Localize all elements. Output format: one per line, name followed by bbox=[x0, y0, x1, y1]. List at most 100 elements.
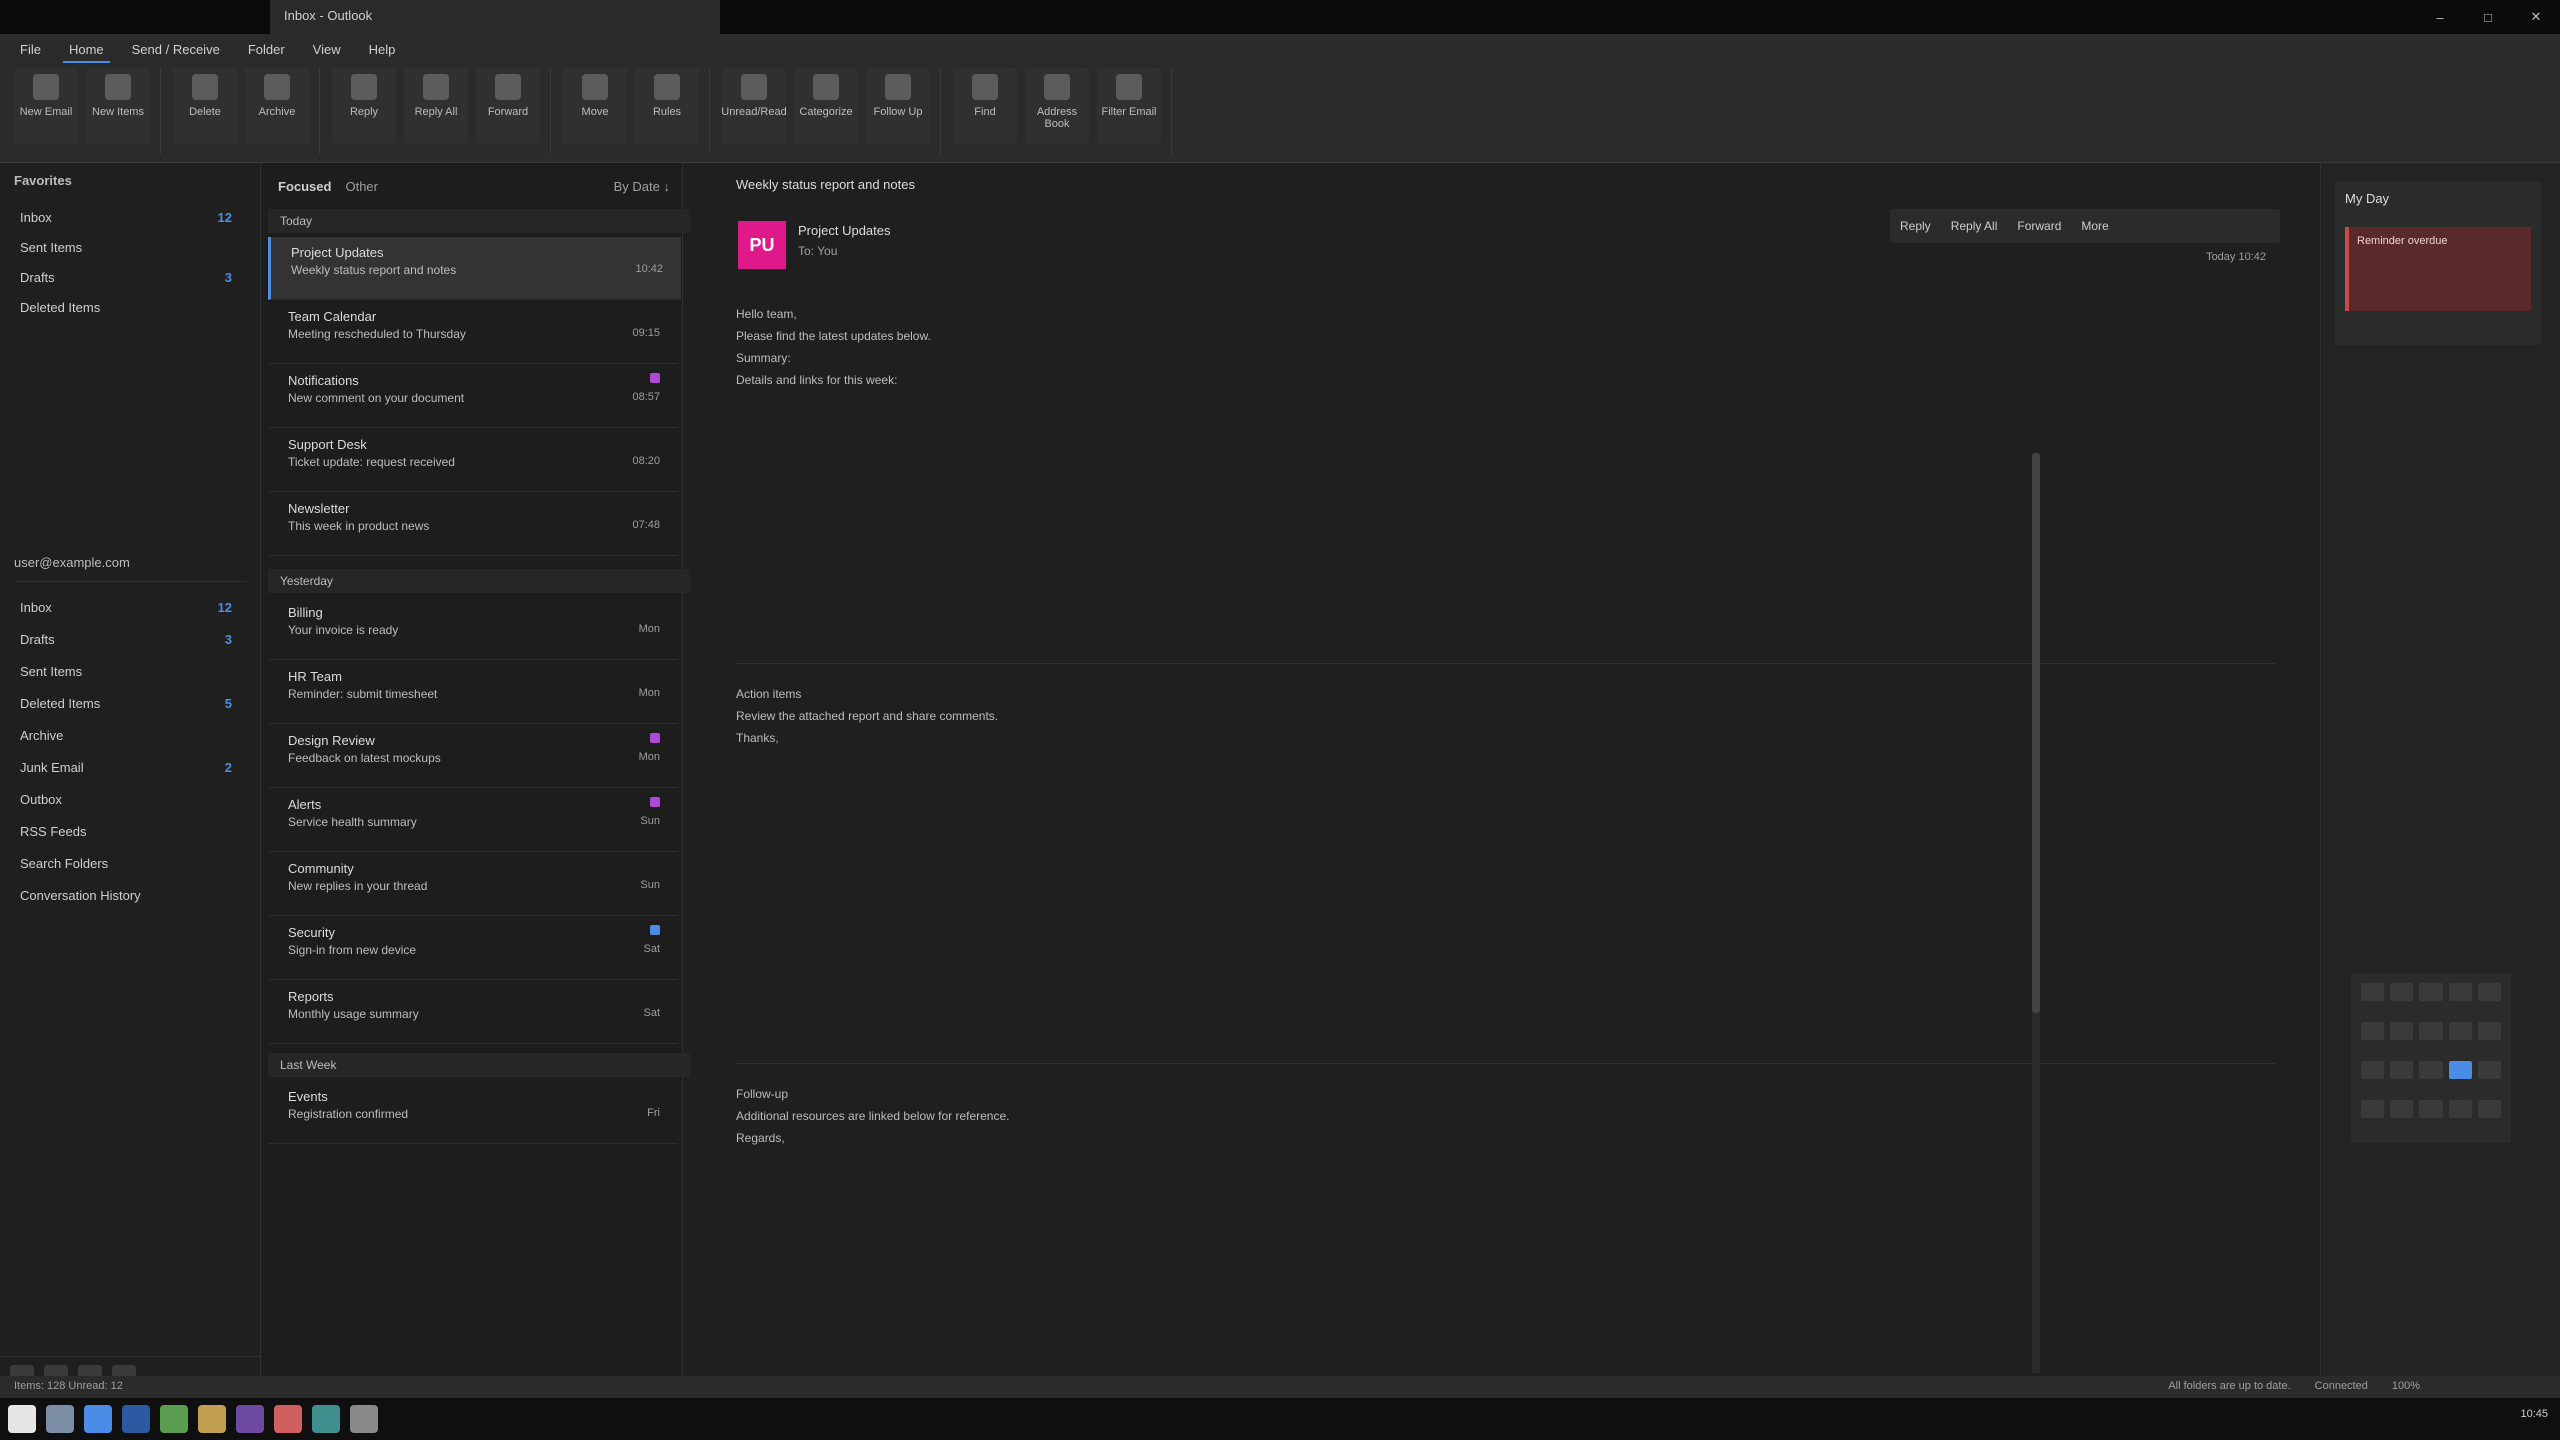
reply-all-button[interactable]: Reply All bbox=[404, 68, 468, 144]
sender-name[interactable]: Project Updates bbox=[798, 223, 891, 238]
window-tab[interactable]: Inbox - Outlook bbox=[270, 0, 720, 34]
new-items-button[interactable]: New Items bbox=[86, 68, 150, 144]
calendar-day[interactable] bbox=[2390, 1061, 2414, 1079]
mail-item[interactable]: Newsletter This week in product news 07:… bbox=[268, 493, 678, 556]
mail-item[interactable]: Design Review Feedback on latest mockups… bbox=[268, 725, 678, 788]
mail-item[interactable]: Security Sign-in from new device Sat bbox=[268, 917, 678, 980]
calendar-day[interactable] bbox=[2448, 983, 2472, 1001]
mail-item[interactable]: Community New replies in your thread Sun bbox=[268, 853, 678, 916]
calendar-day[interactable] bbox=[2361, 1061, 2385, 1079]
scrollbar-thumb[interactable] bbox=[2032, 453, 2040, 1013]
mail-item[interactable]: Alerts Service health summary Sun bbox=[268, 789, 678, 852]
folder-conversation-history[interactable]: Conversation History bbox=[20, 881, 240, 909]
forward-button[interactable]: Forward bbox=[2017, 219, 2061, 233]
folder-search[interactable]: Search Folders bbox=[20, 849, 240, 877]
folder-archive[interactable]: Archive bbox=[20, 721, 240, 749]
calendar-day[interactable] bbox=[2361, 983, 2385, 1001]
favorite-drafts[interactable]: Drafts 3 bbox=[20, 263, 240, 291]
calendar-day[interactable] bbox=[2477, 1022, 2501, 1040]
app-icon[interactable] bbox=[312, 1405, 340, 1433]
favorite-deleted[interactable]: Deleted Items bbox=[20, 293, 240, 321]
folder-rss[interactable]: RSS Feeds bbox=[20, 817, 240, 845]
forward-button[interactable]: Forward bbox=[476, 68, 540, 144]
app-icon[interactable] bbox=[122, 1405, 150, 1433]
mail-item[interactable]: Reports Monthly usage summary Sat bbox=[268, 981, 678, 1044]
zoom-level[interactable]: 100% bbox=[2392, 1380, 2420, 1392]
unread-read-button[interactable]: Unread/Read bbox=[721, 68, 787, 144]
app-icon[interactable] bbox=[198, 1405, 226, 1433]
folder-label: Conversation History bbox=[20, 887, 141, 903]
find-button[interactable]: Find bbox=[953, 68, 1017, 144]
calendar-day[interactable] bbox=[2419, 983, 2443, 1001]
mail-item[interactable]: HR Team Reminder: submit timesheet Mon bbox=[268, 661, 678, 724]
more-actions-button[interactable]: More bbox=[2081, 219, 2108, 233]
address-book-button[interactable]: Address Book bbox=[1025, 68, 1089, 144]
mail-item[interactable]: Notifications New comment on your docume… bbox=[268, 365, 678, 428]
mail-item[interactable]: Billing Your invoice is ready Mon bbox=[268, 597, 678, 660]
body-line: Details and links for this week: bbox=[736, 373, 898, 387]
ribbon: File Home Send / Receive Folder View Hel… bbox=[0, 34, 2560, 163]
calendar-day[interactable] bbox=[2390, 1100, 2414, 1118]
folder-deleted[interactable]: Deleted Items 5 bbox=[20, 689, 240, 717]
calendar-day[interactable] bbox=[2477, 983, 2501, 1001]
calendar-day[interactable] bbox=[2477, 1061, 2501, 1079]
folder-inbox[interactable]: Inbox 12 bbox=[20, 593, 240, 621]
calendar-day[interactable] bbox=[2448, 1100, 2472, 1118]
folder-sent[interactable]: Sent Items bbox=[20, 657, 240, 685]
mail-item[interactable]: Events Registration confirmed Fri bbox=[268, 1081, 678, 1144]
body-line: Hello team, bbox=[736, 307, 797, 321]
filter-email-button[interactable]: Filter Email bbox=[1097, 68, 1161, 144]
tab-folder[interactable]: Folder bbox=[242, 38, 291, 63]
app-icon[interactable] bbox=[84, 1405, 112, 1433]
app-icon[interactable] bbox=[46, 1405, 74, 1433]
favorite-sent[interactable]: Sent Items bbox=[20, 233, 240, 261]
favorite-inbox[interactable]: Inbox 12 bbox=[20, 203, 240, 231]
reading-pane-scrollbar[interactable] bbox=[2032, 453, 2040, 1373]
calendar-day[interactable] bbox=[2419, 1100, 2443, 1118]
reminder-alert[interactable]: Reminder overdue bbox=[2345, 227, 2531, 311]
archive-button[interactable]: Archive bbox=[245, 68, 309, 144]
folder-drafts[interactable]: Drafts 3 bbox=[20, 625, 240, 653]
calendar-day[interactable] bbox=[2448, 1022, 2472, 1040]
move-button[interactable]: Move bbox=[563, 68, 627, 144]
tab-other[interactable]: Other bbox=[345, 179, 378, 194]
categorize-button[interactable]: Categorize bbox=[794, 68, 858, 144]
app-icon[interactable] bbox=[274, 1405, 302, 1433]
tab-file[interactable]: File bbox=[14, 38, 47, 63]
calendar-day[interactable] bbox=[2419, 1022, 2443, 1040]
delete-button[interactable]: Delete bbox=[173, 68, 237, 144]
app-icon[interactable] bbox=[160, 1405, 188, 1433]
calendar-day[interactable] bbox=[2477, 1100, 2501, 1118]
calendar-day[interactable] bbox=[2361, 1022, 2385, 1040]
mail-item[interactable]: Support Desk Ticket update: request rece… bbox=[268, 429, 678, 492]
account-header[interactable]: user@example.com bbox=[14, 555, 246, 582]
calendar-day[interactable] bbox=[2390, 1022, 2414, 1040]
tab-send-receive[interactable]: Send / Receive bbox=[126, 38, 226, 63]
start-icon[interactable] bbox=[8, 1405, 36, 1433]
new-email-button[interactable]: New Email bbox=[14, 68, 78, 144]
reply-all-button[interactable]: Reply All bbox=[1951, 219, 1998, 233]
tab-home[interactable]: Home bbox=[62, 38, 110, 63]
calendar-day[interactable] bbox=[2361, 1100, 2385, 1118]
app-icon[interactable] bbox=[236, 1405, 264, 1433]
status-bar: Items: 128 Unread: 12 All folders are up… bbox=[0, 1376, 2560, 1398]
sort-filter-dropdown[interactable]: By Date ↓ bbox=[614, 179, 670, 194]
tab-view[interactable]: View bbox=[307, 38, 347, 63]
close-button[interactable]: ✕ bbox=[2512, 0, 2560, 34]
app-icon[interactable] bbox=[350, 1405, 378, 1433]
minimize-button[interactable]: – bbox=[2416, 0, 2464, 34]
folder-junk[interactable]: Junk Email 2 bbox=[20, 753, 240, 781]
follow-up-button[interactable]: Follow Up bbox=[866, 68, 930, 144]
reply-button[interactable]: Reply bbox=[332, 68, 396, 144]
calendar-day-today[interactable] bbox=[2448, 1061, 2472, 1079]
calendar-day[interactable] bbox=[2419, 1061, 2443, 1079]
mail-item[interactable]: Team Calendar Meeting rescheduled to Thu… bbox=[268, 301, 678, 364]
folder-outbox[interactable]: Outbox bbox=[20, 785, 240, 813]
reply-button[interactable]: Reply bbox=[1900, 219, 1931, 233]
maximize-button[interactable]: □ bbox=[2464, 0, 2512, 34]
tab-focused[interactable]: Focused bbox=[278, 179, 331, 194]
mail-item[interactable]: Project Updates Weekly status report and… bbox=[268, 237, 681, 300]
calendar-day[interactable] bbox=[2390, 983, 2414, 1001]
tab-help[interactable]: Help bbox=[363, 38, 402, 63]
rules-button[interactable]: Rules bbox=[635, 68, 699, 144]
